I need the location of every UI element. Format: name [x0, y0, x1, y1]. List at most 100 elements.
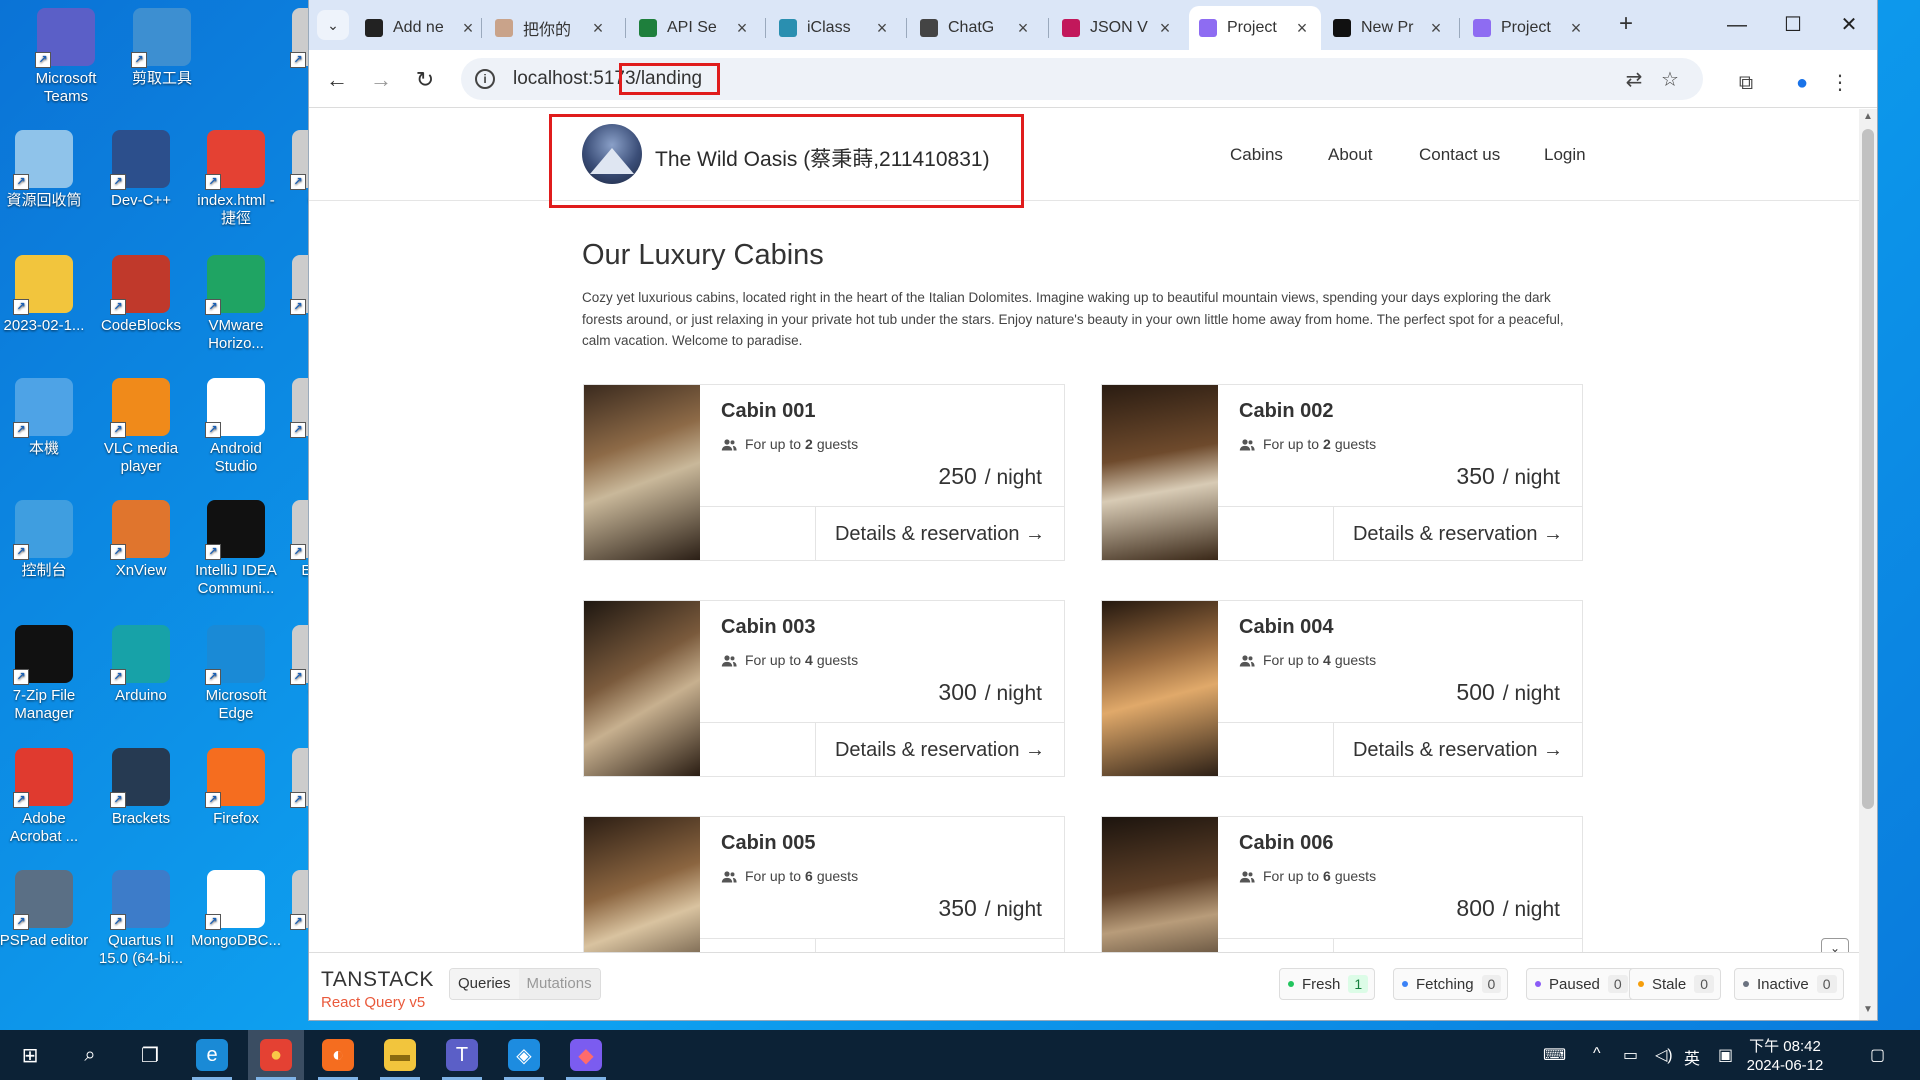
devtools-status-fetching[interactable]: Fetching 0 — [1393, 968, 1509, 1000]
desktop-shortcut[interactable]: ↗ Dev-C++ — [95, 130, 187, 210]
nav-about[interactable]: About — [1328, 145, 1372, 165]
devtools-status-inactive[interactable]: Inactive 0 — [1734, 968, 1844, 1000]
desktop-shortcut[interactable]: ↗ VMware Horizo... — [190, 255, 282, 353]
cabin-price: 800 / night — [1456, 895, 1560, 922]
browser-tab[interactable]: Project × — [1189, 6, 1321, 50]
browser-tab[interactable]: iClass × — [769, 6, 901, 50]
file-explorer-icon[interactable]: ▬ — [384, 1039, 416, 1071]
devtools-status-paused[interactable]: Paused 0 — [1526, 968, 1635, 1000]
close-tab-icon[interactable]: × — [1427, 18, 1445, 39]
desktop-shortcut[interactable]: ↗ Quartus II 15.0 (64-bi... — [95, 870, 187, 968]
clock[interactable]: 下午 08:42 2024-06-12 — [1740, 1037, 1830, 1075]
tray-overflow-icon[interactable]: ^ — [1593, 1045, 1601, 1063]
desktop-shortcut[interactable]: ↗ Microsoft Edge — [190, 625, 282, 723]
close-tab-icon[interactable]: × — [1014, 18, 1032, 39]
scroll-down-icon[interactable]: ▼ — [1862, 1004, 1874, 1018]
desktop-shortcut[interactable]: ↗ 控制台 — [0, 500, 90, 580]
shortcut-arrow-icon: ↗ — [205, 544, 221, 560]
devtools-status-stale[interactable]: Stale 0 — [1629, 968, 1721, 1000]
desktop-shortcut[interactable]: ↗ Firefox — [190, 748, 282, 828]
page-scrollbar[interactable]: ▲ ▼ — [1859, 109, 1877, 1020]
scrollbar-thumb[interactable] — [1862, 129, 1874, 809]
desktop-shortcut[interactable]: ↗ IntelliJ IDEA Communi... — [190, 500, 282, 598]
details-reservation-link[interactable]: Details & reservation → — [1334, 507, 1582, 561]
devtools-logo-bottom[interactable]: React Query v5 — [321, 994, 425, 1011]
vscode-icon[interactable]: ◈ — [508, 1039, 540, 1071]
firefox-icon[interactable]: ◐ — [322, 1039, 354, 1071]
keyboard-icon[interactable]: ⌨ — [1543, 1045, 1566, 1065]
devtools-tab-mutations[interactable]: Mutations — [518, 969, 600, 999]
desktop-shortcut[interactable]: ↗ Brackets — [95, 748, 187, 828]
browser-tab[interactable]: API Se × — [629, 6, 761, 50]
nav-login[interactable]: Login — [1544, 145, 1586, 165]
search-icon[interactable]: ⌕ — [74, 1039, 106, 1071]
desktop-shortcut[interactable]: ↗ 7-Zip File Manager — [0, 625, 90, 723]
maximize-button[interactable]: ☐ — [1765, 0, 1821, 50]
desktop-shortcut[interactable]: ↗ Adobe Acrobat ... — [0, 748, 90, 846]
close-window-button[interactable]: ✕ — [1821, 0, 1877, 50]
close-tab-icon[interactable]: × — [1567, 18, 1585, 39]
close-tab-icon[interactable]: × — [873, 18, 891, 39]
close-tab-icon[interactable]: × — [459, 18, 477, 39]
tab-search-button[interactable]: ⌄ — [317, 10, 349, 40]
desktop-shortcut[interactable]: ↗ 2023-02-1... — [0, 255, 90, 335]
volume-icon[interactable]: ◁) — [1655, 1045, 1673, 1065]
input-language[interactable]: 英 — [1684, 1045, 1700, 1069]
desktop-shortcut[interactable]: ↗ Microsoft Teams — [20, 8, 112, 106]
translate-icon[interactable]: ⇄ — [1623, 69, 1645, 91]
recycle-bin-icon: ↗ — [13, 130, 73, 190]
minimize-button[interactable]: — — [1709, 0, 1765, 50]
desktop-shortcut[interactable]: ↗ Android Studio — [190, 378, 282, 476]
notification-icon[interactable]: ▢ — [1870, 1045, 1885, 1065]
browser-tab[interactable]: ChatG × — [910, 6, 1042, 50]
windows-start-icon[interactable]: ⊞ — [14, 1039, 46, 1071]
desktop-shortcut[interactable]: ↗ Arduino — [95, 625, 187, 705]
teams-icon[interactable]: T — [446, 1039, 478, 1071]
price-unit: / night — [984, 466, 1042, 489]
chrome-icon[interactable]: ● — [260, 1039, 292, 1071]
desktop-shortcut[interactable]: ↗ 資源回收筒 — [0, 130, 90, 210]
desktop-shortcut[interactable]: ↗ VLC media player — [95, 378, 187, 476]
reload-button[interactable]: ↻ — [409, 64, 441, 96]
desktop-shortcut[interactable]: ↗ XnView — [95, 500, 187, 580]
browser-tab[interactable]: Add ne × — [355, 6, 487, 50]
browser-tab[interactable]: Project × — [1463, 6, 1595, 50]
browser-tab[interactable]: New Pr × — [1323, 6, 1455, 50]
browser-tab[interactable]: JSON V × — [1052, 6, 1184, 50]
close-tab-icon[interactable]: × — [1293, 18, 1311, 39]
devtools-status-fresh[interactable]: Fresh 1 — [1279, 968, 1376, 1000]
new-tab-button[interactable]: + — [1611, 10, 1641, 40]
guests-count: 6 — [1323, 868, 1331, 884]
details-reservation-link[interactable]: Details & reservation → — [1334, 723, 1582, 777]
profile-icon[interactable]: ● — [1791, 72, 1813, 94]
desktop-shortcut[interactable]: ↗ PSPad editor — [0, 870, 90, 950]
bookmark-star-icon[interactable]: ☆ — [1659, 69, 1681, 91]
scroll-up-icon[interactable]: ▲ — [1862, 111, 1874, 125]
task-view-icon[interactable]: ❐ — [134, 1039, 166, 1071]
edge-icon[interactable]: e — [196, 1039, 228, 1071]
details-reservation-link[interactable]: Details & reservation → — [816, 507, 1064, 561]
ime-icon[interactable]: ▣ — [1718, 1045, 1733, 1065]
browser-tab[interactable]: 把你的 × — [485, 6, 617, 50]
site-info-icon[interactable]: i — [475, 69, 495, 89]
forward-button[interactable]: → — [365, 64, 397, 96]
devtools-tab-queries[interactable]: Queries — [450, 969, 519, 999]
nav-cabins[interactable]: Cabins — [1230, 145, 1283, 165]
extensions-icon[interactable]: ⧉ — [1735, 72, 1757, 94]
nav-contact[interactable]: Contact us — [1419, 145, 1500, 165]
app-icon[interactable]: ◆ — [570, 1039, 602, 1071]
close-tab-icon[interactable]: × — [733, 18, 751, 39]
close-tab-icon[interactable]: × — [1156, 18, 1174, 39]
back-button[interactable]: ← — [321, 64, 353, 96]
menu-kebab-icon[interactable]: ⋮ — [1829, 72, 1851, 94]
network-icon[interactable]: ▭ — [1623, 1045, 1638, 1065]
desktop-shortcut[interactable]: ↗ CodeBlocks — [95, 255, 187, 335]
cabin-price: 300 / night — [938, 679, 1042, 706]
close-tab-icon[interactable]: × — [589, 18, 607, 39]
desktop-shortcut[interactable]: ↗ index.html - 捷徑 — [190, 130, 282, 228]
desktop-shortcut[interactable]: ↗ MongoDBC... — [190, 870, 282, 950]
desktop-shortcut[interactable]: ↗ 本機 — [0, 378, 90, 458]
desktop-shortcut[interactable]: ↗ 剪取工具 — [116, 8, 208, 88]
details-reservation-link[interactable]: Details & reservation → — [816, 723, 1064, 777]
devtools-logo-top[interactable]: TANSTACK — [321, 968, 434, 992]
